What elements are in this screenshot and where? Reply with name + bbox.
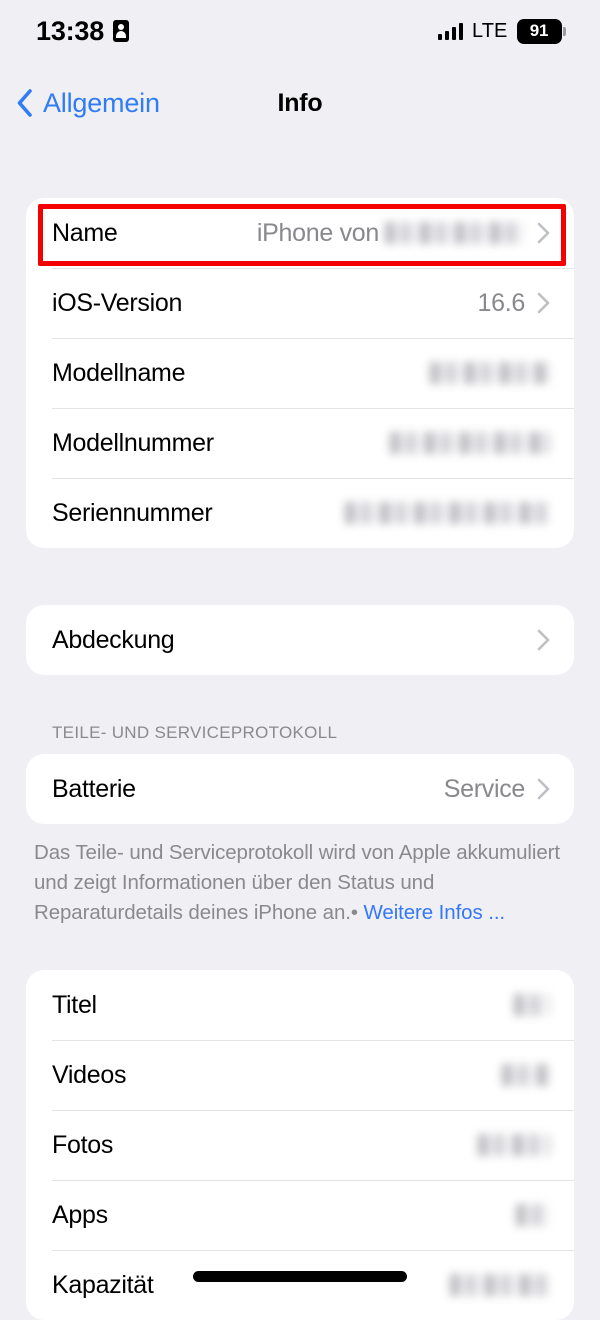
row-value: iPhone von <box>256 218 379 247</box>
row-value-group: iPhone von <box>257 219 550 248</box>
list-row-name[interactable]: Name iPhone von <box>26 198 574 268</box>
more-info-link[interactable]: Weitere Infos ... <box>364 901 506 924</box>
list-row-titel: Titel <box>26 970 574 1040</box>
footer-note-separator: • <box>350 901 358 924</box>
redacted-value <box>345 502 550 524</box>
list-row-kapazit-t: Kapazität <box>26 1250 574 1320</box>
row-label: Batterie <box>52 774 136 803</box>
list-row-fotos: Fotos <box>26 1110 574 1180</box>
row-value-group <box>502 1064 550 1086</box>
cellular-signal-icon <box>437 22 463 40</box>
list-row-abdeckung[interactable]: Abdeckung <box>26 605 574 675</box>
list-row-seriennummer: Seriennummer <box>26 478 574 548</box>
list-row-modellname: Modellname <box>26 338 574 408</box>
row-value-group <box>514 994 550 1016</box>
row-label: iOS-Version <box>52 288 183 317</box>
row-value-group <box>390 432 550 454</box>
status-time: 13:38 <box>36 15 105 46</box>
chevron-right-icon <box>537 629 550 651</box>
row-value-group <box>450 1274 550 1296</box>
redacted-value <box>450 1274 550 1296</box>
row-value-group <box>537 629 550 651</box>
coverage-card: Abdeckung <box>26 605 574 675</box>
status-bar-right: LTE 91 <box>437 18 566 44</box>
row-value-group <box>430 362 550 384</box>
row-value-group <box>478 1134 550 1156</box>
row-label: Apps <box>52 1200 108 1229</box>
device-info-card: Name iPhone von iOS-Version 16.6 Modellname M… <box>26 198 574 548</box>
page-title: Info <box>277 88 323 117</box>
chevron-right-icon <box>537 778 550 800</box>
storage-card: Titel Videos Fotos Apps Kapazität <box>26 970 574 1320</box>
row-label: Fotos <box>52 1130 114 1159</box>
parts-service-card: Batterie Service <box>26 754 574 824</box>
row-value-group: Service <box>444 775 550 804</box>
chevron-right-icon <box>537 292 550 314</box>
redacted-value <box>514 994 550 1016</box>
list-row-ios-version[interactable]: iOS-Version 16.6 <box>26 268 574 338</box>
network-type-label: LTE <box>472 19 508 42</box>
navigation-bar: Allgemein Info <box>0 78 600 128</box>
row-value: 16.6 <box>477 288 526 317</box>
status-bar: 13:38 LTE 91 <box>0 0 600 62</box>
row-label: Modellnummer <box>52 428 214 457</box>
row-value-group: 16.6 <box>478 289 550 318</box>
row-value-group <box>345 502 550 524</box>
chevron-right-icon <box>537 222 550 244</box>
row-label: Name <box>52 218 118 247</box>
redacted-value <box>516 1204 550 1226</box>
battery-icon: 91 <box>516 18 566 44</box>
row-label: Modellname <box>52 358 186 387</box>
redacted-value <box>385 222 525 244</box>
parts-service-footer-note: Das Teile- und Serviceprotokoll wird von… <box>34 838 574 928</box>
list-row-batterie[interactable]: Batterie Service <box>26 754 574 824</box>
battery-percent-label: 91 <box>529 21 549 40</box>
row-label: Seriennummer <box>52 498 213 527</box>
row-label: Kapazität <box>52 1270 154 1299</box>
section-header-parts-service: TEILE- UND SERVICEPROTOKOLL <box>52 723 338 742</box>
row-value-group <box>516 1204 550 1226</box>
list-row-videos: Videos <box>26 1040 574 1110</box>
row-label: Titel <box>52 990 97 1019</box>
row-label: Videos <box>52 1060 127 1089</box>
redacted-value <box>502 1064 550 1086</box>
status-bar-left: 13:38 <box>36 15 130 47</box>
row-value: Service <box>443 774 526 803</box>
redacted-value <box>478 1134 550 1156</box>
redacted-value <box>430 362 550 384</box>
row-label: Abdeckung <box>52 625 175 654</box>
list-row-apps: Apps <box>26 1180 574 1250</box>
redacted-value <box>390 432 550 454</box>
home-indicator-bar <box>193 1271 407 1282</box>
portrait-lock-icon <box>113 20 130 42</box>
list-row-modellnummer: Modellnummer <box>26 408 574 478</box>
